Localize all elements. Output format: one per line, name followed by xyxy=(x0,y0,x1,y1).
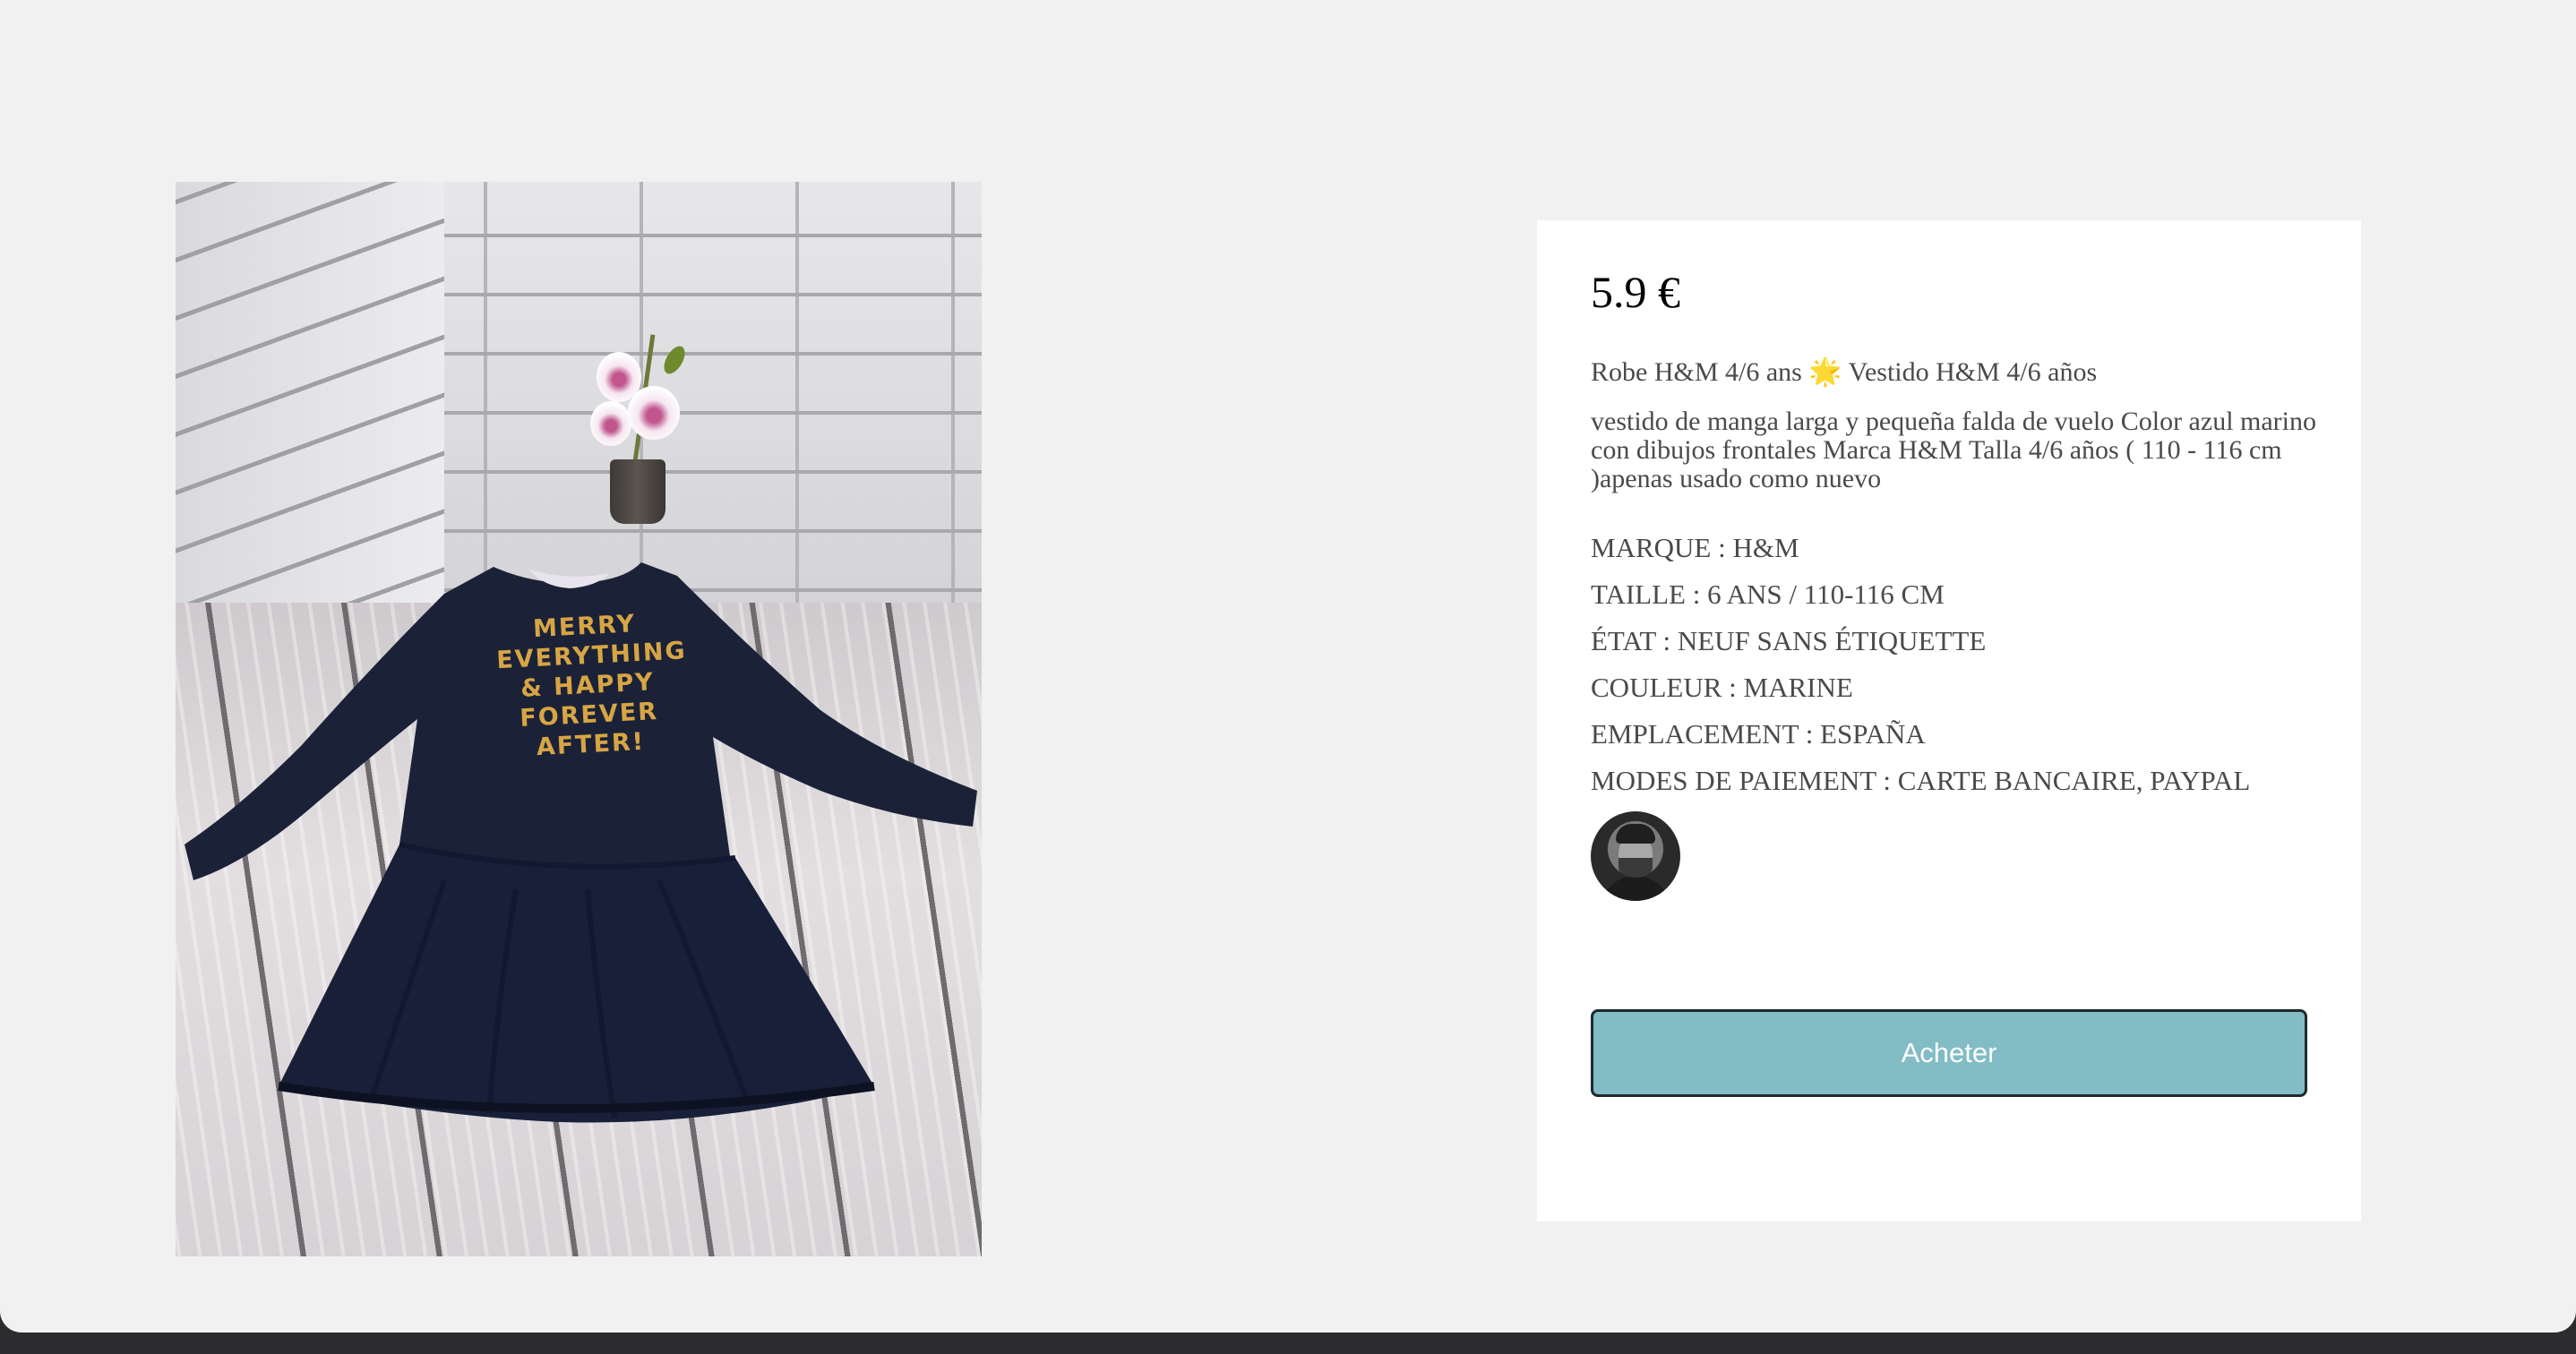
avatar-beard xyxy=(1619,858,1653,878)
buy-button[interactable]: Acheter xyxy=(1591,1009,2307,1097)
attribute-condition: ÉTAT : NEUF SANS ÉTIQUETTE xyxy=(1591,625,1987,656)
avatar-body xyxy=(1600,876,1671,901)
attribute-location: EMPLACEMENT : ESPAÑA xyxy=(1591,718,1926,750)
product-price: 5.9 € xyxy=(1591,267,1680,317)
attribute-size: TAILLE : 6 ANS / 110-116 CM xyxy=(1591,578,1945,610)
attribute-color: COULEUR : MARINE xyxy=(1591,672,1853,703)
attribute-payment-methods: MODES DE PAIEMENT : CARTE BANCAIRE, PAYP… xyxy=(1591,765,2251,796)
product-description: vestido de manga larga y pequeña falda d… xyxy=(1591,407,2316,493)
product-info-card: 5.9 € Robe H&M 4/6 ans 🌟 Vestido H&M 4/6… xyxy=(1537,220,2361,1221)
product-attributes: MARQUE : H&M TAILLE : 6 ANS / 110-116 CM… xyxy=(1591,525,2343,804)
window-bottom-edge xyxy=(0,1311,2576,1354)
seller-avatar[interactable] xyxy=(1591,811,1680,901)
product-title: Robe H&M 4/6 ans 🌟 Vestido H&M 4/6 años xyxy=(1591,357,2098,387)
dress-print-text: MERRY EVERYTHING & HAPPY FOREVER AFTER! xyxy=(494,607,688,764)
product-image[interactable]: MERRY EVERYTHING & HAPPY FOREVER AFTER! xyxy=(176,182,982,1256)
product-page: MERRY EVERYTHING & HAPPY FOREVER AFTER! … xyxy=(0,0,2576,1354)
avatar-hair xyxy=(1616,824,1655,844)
attribute-brand: MARQUE : H&M xyxy=(1591,532,1799,563)
